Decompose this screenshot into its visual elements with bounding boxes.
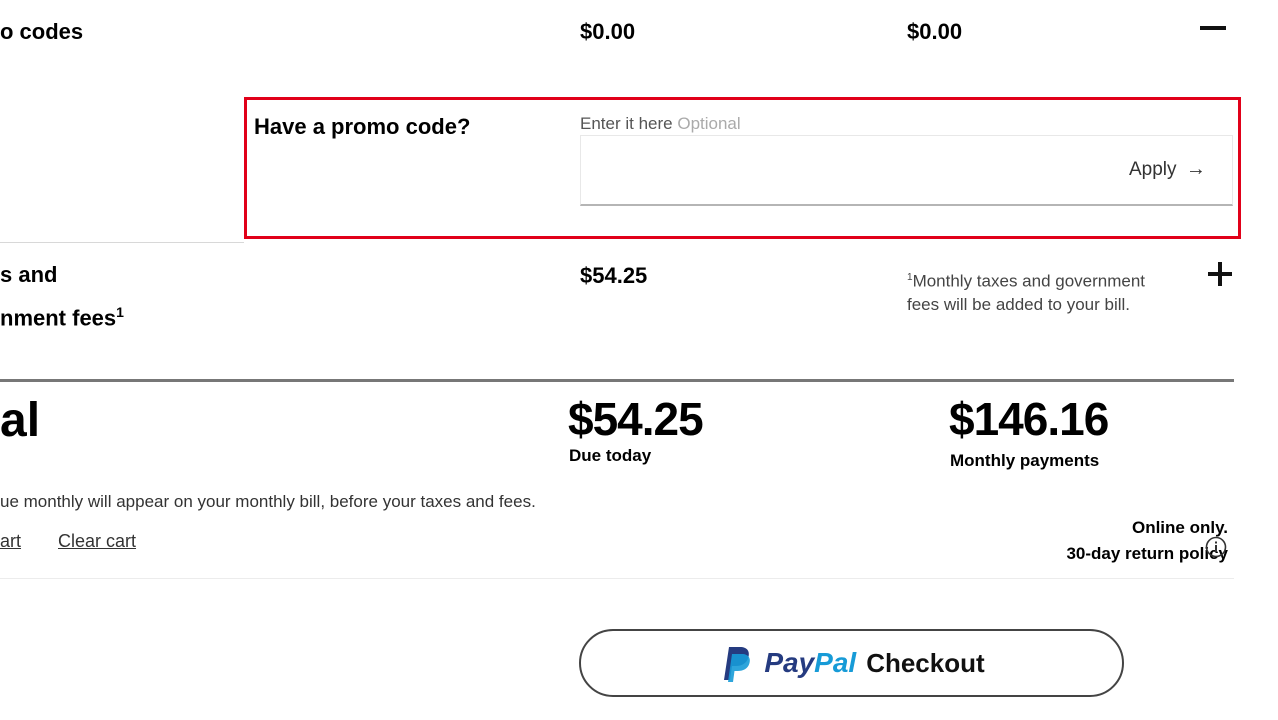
checkout-divider (0, 578, 1234, 579)
total-due-today-amount: $54.25 (568, 393, 704, 445)
footnote-text: Monthly taxes and government fees will b… (907, 271, 1146, 314)
return-policy: Online only. 30-day return policy (1066, 515, 1228, 567)
plus-icon[interactable] (1206, 260, 1234, 294)
promo-optional-text: Optional (677, 114, 741, 133)
paypal-checkout-label: Checkout (866, 647, 985, 678)
paypal-checkout-button[interactable]: PayPal Checkout (579, 629, 1124, 697)
info-icon[interactable] (1205, 536, 1227, 563)
total-monthly-amount: $146.16 (949, 393, 1109, 445)
arrow-right-icon: → (1185, 158, 1206, 180)
clear-cart-link[interactable]: Clear cart (58, 531, 136, 552)
taxes-due-today: $54.25 (580, 263, 648, 288)
monthly-bill-note: ue monthly will appear on your monthly b… (0, 492, 536, 511)
apply-label: Apply (1129, 159, 1177, 180)
total-due-today-label: Due today (569, 446, 652, 465)
apply-button[interactable]: Apply → (1129, 158, 1206, 181)
promo-codes-due-today: $0.00 (580, 19, 636, 44)
taxes-label-line2-text: nment fees (0, 305, 117, 331)
policy-line2-text: 30-day return policy (1066, 544, 1228, 563)
taxes-label-line1: s and (0, 262, 58, 287)
paypal-logo-icon (724, 647, 751, 682)
total-monthly-label: Monthly payments (950, 451, 1100, 470)
promo-codes-monthly: $0.00 (907, 19, 963, 44)
promo-input-label-text: Enter it here (580, 114, 673, 133)
promo-codes-label: o codes (0, 19, 84, 44)
minus-icon[interactable] (1199, 14, 1227, 48)
total-label: al (0, 394, 41, 447)
taxes-label-sup: 1 (116, 304, 124, 320)
promo-input-label: Enter it here Optional (580, 114, 741, 134)
save-cart-link[interactable]: art (0, 531, 21, 552)
taxes-label-line2: nment fees1 (0, 293, 124, 337)
promo-title: Have a promo code? (254, 114, 471, 139)
paypal-pay-text: Pay (764, 647, 815, 678)
taxes-footnote: 1Monthly taxes and government fees will … (907, 266, 1157, 316)
divider (0, 242, 244, 243)
policy-line1: Online only. (1131, 518, 1228, 537)
policy-line2: 30-day return policy (1066, 541, 1228, 567)
paypal-wordmark: PayPal (764, 647, 856, 679)
paypal-pal-text: Pal (814, 647, 857, 678)
total-divider (0, 379, 1234, 382)
